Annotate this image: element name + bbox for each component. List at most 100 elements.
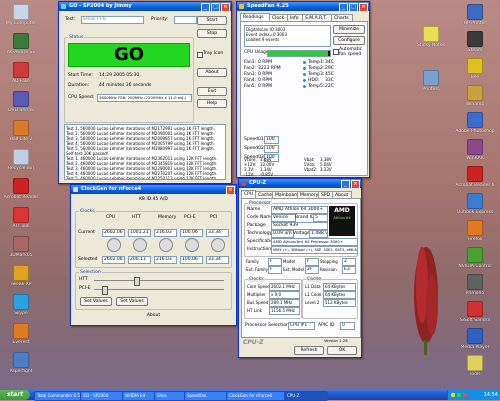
close-icon[interactable]: ×	[351, 180, 360, 188]
apic-id-label: APIC ID	[318, 323, 335, 328]
tray-icon-speedfan[interactable]	[451, 393, 455, 397]
desktop-icon[interactable]: Media Player	[454, 328, 496, 350]
taskbar-clock[interactable]: 14:54	[484, 390, 498, 400]
htt-slider-handle[interactable]	[134, 277, 140, 286]
stop-button[interactable]: Stop	[197, 29, 227, 38]
start-button[interactable]: Start	[197, 16, 227, 25]
about-button[interactable]: About	[197, 68, 227, 77]
start-button[interactable]: start	[0, 390, 30, 400]
desktop-icon-image	[467, 247, 483, 263]
speedfan-titlebar[interactable]: SpeedFan 4.25 _ □ ×	[237, 2, 369, 11]
maximize-icon[interactable]: □	[349, 3, 358, 11]
desktop-icon[interactable]: WinRAR	[454, 139, 496, 161]
desktop-icon-image	[13, 120, 29, 136]
desktop-icon[interactable]: Firefox	[454, 220, 496, 242]
refresh-button[interactable]: Refresh	[294, 346, 324, 355]
desktop-icon[interactable]: Prime95	[454, 274, 496, 296]
desktop-icon[interactable]: AD Fake	[0, 62, 42, 84]
desktop-icon-label: Adobe Photoshop	[455, 129, 495, 134]
family-value: F	[268, 258, 282, 266]
close-icon[interactable]: ×	[221, 3, 230, 11]
desktop-icon[interactable]: Sticky Notes	[410, 26, 452, 48]
desktop-icon[interactable]: NVIDIA Control	[454, 247, 496, 269]
desktop-icon[interactable]: Steam	[454, 31, 496, 53]
htt-slider-track[interactable]	[94, 280, 224, 281]
speed-input[interactable]: 100	[264, 136, 279, 144]
test-select[interactable]: Small FFTs	[81, 16, 144, 24]
desktop-icon-label: 3DMark05	[9, 253, 33, 258]
desktop-icon[interactable]: Tools	[454, 355, 496, 377]
desktop-icon[interactable]: Paperfight	[0, 352, 42, 374]
prime-titlebar[interactable]: GO - SP2004 by Jimmy _ □ ×	[59, 2, 231, 11]
desktop-icon-label: Steam	[467, 48, 483, 53]
clock-column-header: CPU	[106, 215, 116, 220]
selected-clock-value: 2602.06	[102, 256, 125, 264]
desktop-icon-label: Skype	[14, 311, 28, 316]
desktop-icon[interactable]: Recycle Bin	[0, 149, 42, 171]
desktop-icon[interactable]: My Computer	[0, 4, 42, 26]
desktop-icon[interactable]: Ad-Aware SE	[0, 33, 42, 55]
exit-button[interactable]: Exit	[197, 87, 227, 96]
clock-column-header: PCI	[210, 215, 218, 220]
get-values-button[interactable]: Set Values	[80, 297, 112, 306]
desktop-icon-label: Sticky Notes	[417, 43, 445, 48]
set-values-button[interactable]: Set Values	[116, 297, 148, 306]
desktop-icon-image	[13, 178, 29, 194]
desktop-icon[interactable]: Printers	[410, 70, 452, 92]
processor-selection-select[interactable]: CPU #1	[288, 322, 315, 330]
desktop-icon-label: SiSoft Sandra	[459, 318, 491, 323]
minimize-icon[interactable]: _	[339, 3, 348, 11]
maximize-icon[interactable]: □	[211, 3, 220, 11]
ok-button[interactable]: OK	[327, 346, 357, 355]
priority-select[interactable]	[174, 16, 197, 24]
duration-label: Duration:	[68, 83, 90, 88]
mult-value: x 9.0	[269, 291, 300, 299]
fan-label: Fan2:	[244, 66, 257, 71]
technology-label: Technology	[247, 231, 273, 236]
tray-icon-security[interactable]	[463, 393, 467, 397]
fan-label: Fan5:	[244, 84, 257, 89]
tray-icon-network[interactable]	[457, 393, 461, 397]
desktop-icon[interactable]: 3DMark05	[0, 236, 42, 258]
minimize-icon[interactable]: _	[201, 3, 210, 11]
l1c-label: L1 Code	[305, 292, 322, 297]
speedfan-window: SpeedFan 4.25 _ □ × Readings Clock Info S.M.A…	[236, 1, 370, 178]
selected-clock-value: 100.06	[180, 256, 203, 264]
minimize-button[interactable]: Minimize	[333, 25, 365, 34]
cpuz-titlebar[interactable]: CPU-Z _ ×	[239, 179, 361, 188]
speedfan-title: SpeedFan 4.25	[247, 3, 289, 9]
cpu-speed-label: CPU Speed:	[68, 95, 95, 100]
desktop-icon[interactable]: Acrobat Reader 6	[454, 166, 496, 188]
desktop-icon[interactable]: Tweak-XP	[0, 265, 42, 287]
minimize-icon[interactable]: _	[341, 180, 350, 188]
desktop-icon[interactable]: Half-Life 2	[0, 120, 42, 142]
pcie-slider-handle[interactable]	[102, 286, 108, 295]
clockgen-titlebar[interactable]: ClockGen for nForce4 ×	[71, 185, 236, 194]
speed-input[interactable]: 100	[264, 145, 279, 153]
pcie-slider-track[interactable]	[94, 289, 224, 290]
l2-label: Level 2	[305, 300, 320, 305]
desktop-icon[interactable]: Skype	[0, 294, 42, 316]
prime-log-list[interactable]: Test 1, 560000 Lucas-Lehmer iterations o…	[64, 124, 226, 180]
desktop-icon[interactable]: Everest	[0, 323, 42, 345]
desktop-icon[interactable]: Acrobat Reader	[0, 178, 42, 200]
close-icon[interactable]: ×	[226, 186, 235, 194]
desktop-icon[interactable]: Bee	[454, 58, 496, 80]
desktop-icon[interactable]: Outlook Express	[454, 193, 496, 215]
close-icon[interactable]: ×	[359, 3, 368, 11]
desktop-icon[interactable]: ATI Tool	[0, 207, 42, 229]
desktop-icon-image	[13, 207, 29, 223]
configure-button[interactable]: Configure	[333, 36, 365, 45]
desktop-icon[interactable]: Adobe Photoshop	[454, 112, 496, 134]
package-label: Package	[247, 223, 266, 228]
desktop-icon[interactable]: DVD Shrink	[0, 91, 42, 113]
speedfan-log[interactable]: Digitalscan IO 3003 Event index=0 3003 Loa…	[244, 25, 331, 47]
extfam-label: Ext. Family	[246, 267, 268, 272]
desktop-icon[interactable]: Winamp	[454, 85, 496, 107]
desktop-icon-image	[13, 265, 29, 281]
clock-dial-icon	[185, 238, 199, 252]
help-button[interactable]: Help	[197, 99, 227, 108]
desktop-icon[interactable]: SiSoft Sandra	[454, 301, 496, 323]
desktop-icon[interactable]: HP Printer	[454, 4, 496, 26]
clockgen-about-link[interactable]: About	[71, 313, 236, 318]
